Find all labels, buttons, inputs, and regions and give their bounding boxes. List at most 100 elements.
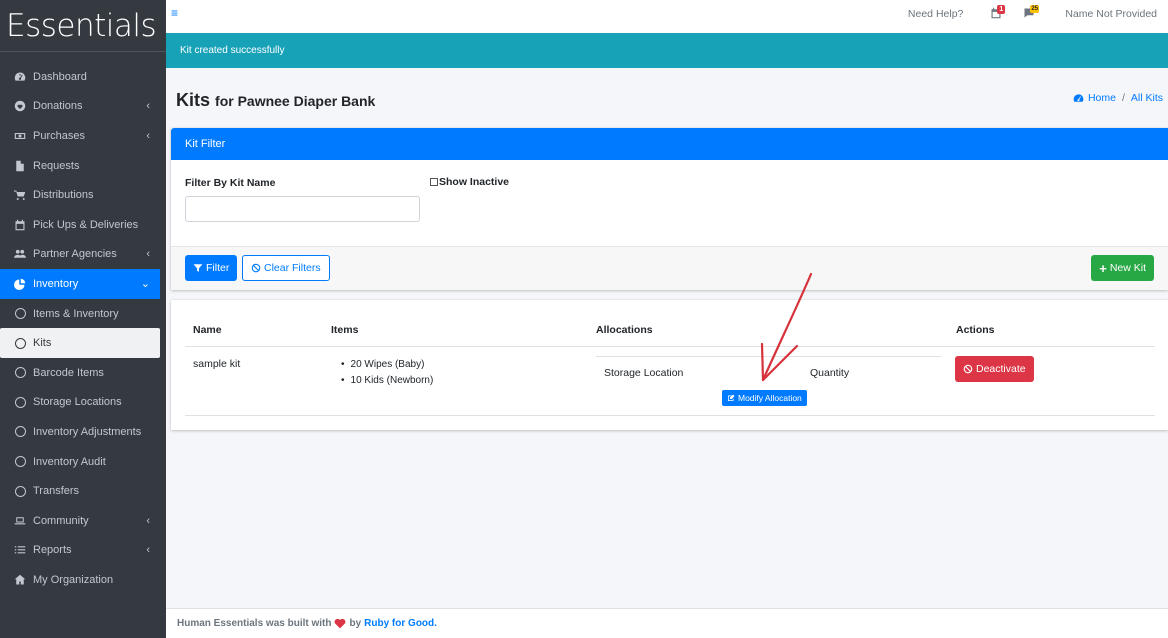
sidebar-item-label: Pick Ups & Deliveries bbox=[33, 218, 139, 231]
tachometer-icon bbox=[13, 70, 27, 84]
sidebar-item-storage-locations[interactable]: Storage Locations bbox=[0, 388, 160, 418]
sidebar-item-label: Barcode Items bbox=[33, 366, 104, 379]
home-icon bbox=[13, 573, 27, 587]
sidebar-item-label: Transfers bbox=[33, 485, 80, 498]
chevron-left-icon: ‹ bbox=[146, 100, 150, 113]
file-icon bbox=[13, 159, 27, 173]
modify-allocation-label: Modify Allocation bbox=[738, 393, 802, 403]
kit-filter-card: Kit Filter Filter By Kit Name Show Inact… bbox=[171, 128, 1168, 290]
circle-icon bbox=[13, 307, 27, 321]
user-menu[interactable]: Name Not Provided bbox=[1065, 8, 1157, 20]
sidebar-item-pickups[interactable]: Pick Ups & Deliveries bbox=[0, 210, 160, 240]
sidebar-item-inventory[interactable]: Inventory ⌄ bbox=[0, 269, 160, 299]
sidebar-item-partner-agencies[interactable]: Partner Agencies ‹ bbox=[0, 240, 160, 270]
sidebar-item-kits[interactable]: Kits bbox=[0, 328, 160, 358]
sidebar-item-purchases[interactable]: Purchases ‹ bbox=[0, 121, 160, 151]
sidebar-item-donations[interactable]: Donations ‹ bbox=[0, 92, 160, 122]
sidebar-item-label: My Organization bbox=[33, 573, 114, 586]
sidebar-item-label: Donations bbox=[33, 100, 83, 113]
deactivate-label: Deactivate bbox=[976, 363, 1026, 375]
top-right-menu: Need Help? 1 25 Name Not Provided bbox=[908, 5, 1157, 21]
chevron-left-icon: ‹ bbox=[146, 248, 150, 261]
success-alert: Kit created successfully bbox=[166, 33, 1168, 68]
sidebar: Essentials Dashboard Donations ‹ Purchas… bbox=[0, 0, 166, 638]
calendar-notifications[interactable]: 1 bbox=[990, 5, 1006, 21]
sidebar-item-label: Reports bbox=[33, 544, 72, 557]
sidebar-item-label: Purchases bbox=[33, 129, 85, 142]
circle-icon bbox=[13, 395, 27, 409]
clear-filters-label: Clear Filters bbox=[264, 262, 321, 274]
sidebar-item-inventory-audit[interactable]: Inventory Audit bbox=[0, 447, 160, 477]
allocations-header-row: Storage Location Quantity bbox=[596, 357, 941, 389]
show-inactive-toggle[interactable]: Show Inactive bbox=[430, 176, 509, 188]
filter-button[interactable]: Filter bbox=[185, 255, 238, 281]
list-icon bbox=[13, 543, 27, 557]
pie-chart-icon bbox=[13, 277, 27, 291]
ban-icon bbox=[963, 364, 973, 374]
page-footer: Human Essentials was built with by Ruby … bbox=[166, 608, 1168, 638]
footer-by: by bbox=[349, 618, 362, 629]
sidebar-item-label: Community bbox=[33, 514, 89, 527]
messages-badge: 25 bbox=[1030, 5, 1040, 13]
sidebar-item-barcode-items[interactable]: Barcode Items bbox=[0, 358, 160, 388]
chevron-left-icon: ‹ bbox=[146, 544, 150, 557]
calendar-badge: 1 bbox=[997, 5, 1006, 14]
sidebar-item-transfers[interactable]: Transfers bbox=[0, 476, 160, 506]
circle-icon bbox=[13, 366, 27, 380]
sidebar-item-label: Dashboard bbox=[33, 70, 87, 83]
hamburger-menu-icon[interactable]: ≡ bbox=[171, 6, 178, 20]
list-item: 20 Wipes (Baby) bbox=[341, 357, 433, 373]
filter-button-label: Filter bbox=[206, 262, 230, 274]
top-navbar: ≡ Need Help? 1 25 Name Not Provided bbox=[166, 0, 1168, 33]
storage-location-header: Storage Location bbox=[604, 367, 684, 379]
heart-icon bbox=[13, 99, 27, 113]
deactivate-button[interactable]: Deactivate bbox=[955, 356, 1034, 382]
brand-logo[interactable]: Essentials bbox=[0, 0, 166, 52]
sidebar-item-dashboard[interactable]: Dashboard bbox=[0, 62, 160, 92]
column-header-allocations: Allocations bbox=[596, 324, 653, 336]
table-header-divider bbox=[185, 346, 1155, 347]
page-title-subtitle: for Pawnee Diaper Bank bbox=[215, 93, 376, 109]
table-bottom-divider bbox=[185, 415, 1155, 416]
footer-text: Human Essentials was built with bbox=[177, 618, 332, 629]
filter-card-footer: Filter Clear Filters + New Kit bbox=[171, 246, 1168, 290]
kit-name-input[interactable] bbox=[185, 196, 420, 222]
column-header-actions: Actions bbox=[956, 324, 995, 336]
message-notifications[interactable]: 25 bbox=[1023, 5, 1040, 21]
sidebar-item-label: Distributions bbox=[33, 189, 94, 202]
kit-items-list: 20 Wipes (Baby) 10 Kids (Newborn) bbox=[341, 357, 434, 389]
ruby-for-good-link[interactable]: Ruby for Good. bbox=[364, 618, 437, 629]
need-help-link[interactable]: Need Help? bbox=[908, 8, 963, 20]
tachometer-icon bbox=[1073, 93, 1084, 102]
cart-icon bbox=[13, 188, 27, 202]
page-title: Kits for Pawnee Diaper Bank bbox=[176, 90, 375, 111]
sidebar-item-label: Partner Agencies bbox=[33, 248, 117, 261]
sidebar-item-my-organization[interactable]: My Organization bbox=[0, 565, 160, 595]
sidebar-item-distributions[interactable]: Distributions bbox=[0, 180, 160, 210]
sidebar-item-label: Inventory Adjustments bbox=[33, 425, 142, 438]
sidebar-item-community[interactable]: Community ‹ bbox=[0, 506, 160, 536]
sidebar-item-items-inventory[interactable]: Items & Inventory bbox=[0, 299, 160, 329]
breadcrumb-all-kits[interactable]: All Kits bbox=[1131, 92, 1163, 104]
filter-icon bbox=[193, 264, 203, 272]
breadcrumb-home[interactable]: Home bbox=[1088, 92, 1116, 104]
new-kit-button[interactable]: + New Kit bbox=[1091, 255, 1154, 281]
breadcrumb-separator: / bbox=[1121, 92, 1125, 104]
sidebar-nav: Dashboard Donations ‹ Purchases ‹ Reques… bbox=[0, 52, 166, 595]
sidebar-item-inventory-adjustments[interactable]: Inventory Adjustments bbox=[0, 417, 160, 447]
clear-filters-button[interactable]: Clear Filters bbox=[242, 255, 330, 281]
new-kit-label: New Kit bbox=[1109, 262, 1146, 274]
page-title-main: Kits bbox=[176, 90, 211, 110]
kit-filter-header: Kit Filter bbox=[171, 128, 1168, 160]
edit-icon bbox=[728, 394, 735, 401]
breadcrumb: Home / All Kits bbox=[1073, 92, 1163, 104]
kit-name-cell: sample kit bbox=[193, 358, 241, 370]
alert-text: Kit created successfully bbox=[180, 45, 285, 56]
sidebar-item-reports[interactable]: Reports ‹ bbox=[0, 536, 160, 566]
modify-allocation-button[interactable]: Modify Allocation bbox=[722, 390, 807, 406]
chevron-left-icon: ‹ bbox=[146, 514, 150, 527]
show-inactive-checkbox[interactable] bbox=[430, 178, 438, 186]
sidebar-item-requests[interactable]: Requests bbox=[0, 151, 160, 181]
quantity-header: Quantity bbox=[810, 367, 850, 379]
filter-by-kit-name-label: Filter By Kit Name bbox=[185, 177, 276, 189]
